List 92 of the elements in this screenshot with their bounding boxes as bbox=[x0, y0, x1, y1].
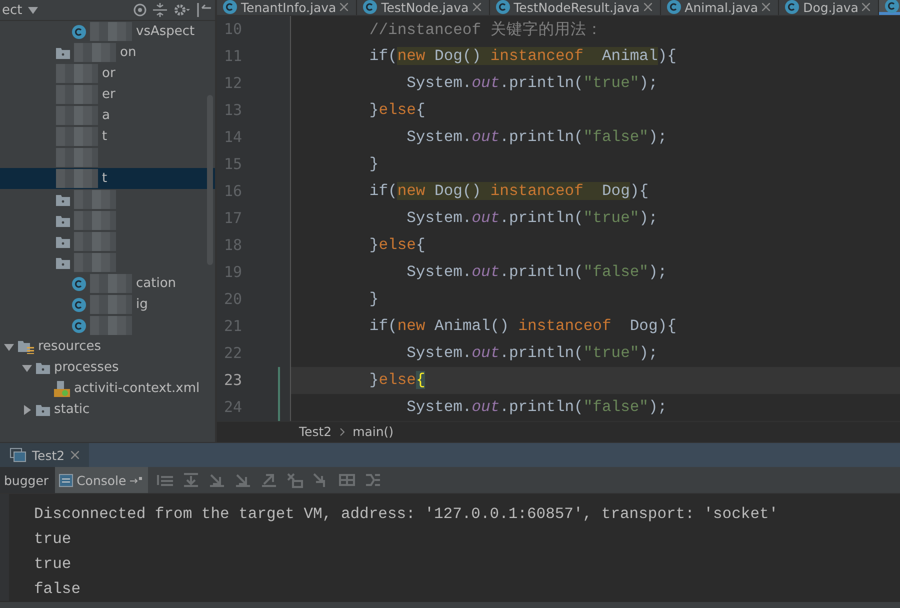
code-line: System.out.println("true"); bbox=[406, 74, 658, 92]
chevron-icon bbox=[340, 428, 345, 436]
line-number: 23 bbox=[224, 371, 242, 390]
panel-title[interactable]: ect bbox=[2, 2, 22, 18]
tree-item[interactable]: resources bbox=[38, 339, 102, 354]
tool-tab[interactable]: Console bbox=[54, 467, 148, 493]
tree-item[interactable]: ig bbox=[136, 297, 148, 312]
tree-item[interactable]: t bbox=[102, 129, 108, 144]
class-icon bbox=[72, 298, 86, 312]
folder-icon bbox=[56, 256, 70, 268]
tree-item[interactable]: or bbox=[102, 66, 116, 81]
class-icon bbox=[72, 318, 86, 332]
folder-icon bbox=[56, 194, 70, 206]
drop-frame-icon[interactable] bbox=[286, 472, 304, 488]
step-into-icon[interactable] bbox=[234, 472, 252, 488]
editor-tab[interactable]: TestNodeResult.java bbox=[490, 0, 661, 15]
breadcrumb[interactable]: Test2 bbox=[299, 424, 332, 440]
code-line: System.out.println("true"); bbox=[406, 344, 658, 362]
code-line: System.out.println("true"); bbox=[406, 209, 658, 228]
target-icon[interactable] bbox=[133, 3, 147, 17]
step-out-icon[interactable] bbox=[260, 472, 278, 488]
code-line: }else{ bbox=[368, 236, 426, 254]
breadcrumb[interactable]: main() bbox=[352, 424, 394, 440]
close-icon[interactable] bbox=[70, 451, 79, 459]
code-line: if(new Dog() instanceof Animal){ bbox=[368, 47, 676, 66]
tree-item[interactable]: a bbox=[102, 108, 110, 123]
run-tab[interactable]: Test2 bbox=[0, 443, 89, 467]
settings-icon[interactable] bbox=[173, 3, 191, 17]
tree-item[interactable]: activiti-context.xml bbox=[74, 381, 200, 396]
editor-tab[interactable]: TenantInfo.java bbox=[217, 0, 358, 15]
list-icon[interactable] bbox=[156, 472, 174, 488]
resources-folder-icon bbox=[18, 340, 34, 354]
hide-panel-icon[interactable] bbox=[197, 3, 211, 17]
folder-icon bbox=[56, 214, 70, 226]
expanded-arrow-icon[interactable] bbox=[4, 342, 14, 352]
code-line: } bbox=[368, 155, 379, 174]
xml-file-icon bbox=[54, 380, 70, 396]
editor-tab[interactable] bbox=[879, 0, 900, 15]
class-icon bbox=[885, 0, 900, 13]
expanded-arrow-icon[interactable] bbox=[22, 362, 32, 372]
code-line: //instanceof 关键字的用法： bbox=[368, 20, 602, 40]
close-icon[interactable] bbox=[644, 3, 652, 12]
tree-item[interactable]: processes bbox=[54, 360, 119, 375]
tree-item[interactable]: on bbox=[120, 45, 136, 60]
code-editor[interactable] bbox=[217, 16, 900, 421]
pin-icon[interactable] bbox=[130, 476, 142, 484]
code-line: }else{ bbox=[368, 371, 426, 390]
close-icon[interactable] bbox=[472, 3, 481, 12]
step-into-icon[interactable] bbox=[208, 472, 226, 488]
close-icon[interactable] bbox=[862, 3, 870, 12]
class-icon bbox=[72, 276, 86, 290]
class-icon bbox=[496, 0, 510, 14]
editor-tab[interactable]: TestNode.java bbox=[357, 0, 490, 15]
class-icon bbox=[666, 0, 681, 14]
code-line: if(new Animal() instanceof Dog){ bbox=[368, 317, 676, 336]
collapsed-arrow-icon[interactable] bbox=[22, 404, 32, 414]
folder-icon bbox=[36, 404, 50, 416]
code-line: if(new Dog() instanceof Dog){ bbox=[368, 182, 648, 200]
editor-tab[interactable]: Animal.java bbox=[660, 0, 780, 15]
tree-item[interactable]: t bbox=[102, 171, 108, 186]
console-line: Disconnected from the target VM, address: '127.0.0.1:60857', transport: 'socket' bbox=[34, 504, 780, 526]
code-line: System.out.println("false"); bbox=[406, 128, 668, 146]
class-icon bbox=[72, 24, 86, 38]
folder-icon bbox=[56, 236, 70, 248]
console-line: true bbox=[34, 529, 72, 550]
class-icon bbox=[223, 0, 237, 14]
console-line: true bbox=[34, 554, 72, 575]
table-icon[interactable] bbox=[338, 472, 356, 488]
class-icon bbox=[363, 0, 378, 14]
code-line: System.out.println("false"); bbox=[406, 398, 668, 416]
tool-tab[interactable]: bugger bbox=[0, 467, 55, 493]
collapse-icon[interactable] bbox=[153, 3, 167, 17]
close-icon[interactable] bbox=[762, 3, 770, 12]
scrollbar[interactable] bbox=[207, 95, 213, 265]
window-icon bbox=[10, 448, 26, 462]
code-line: }else{ bbox=[368, 101, 426, 120]
folder-icon bbox=[56, 46, 70, 58]
step-over-icon[interactable] bbox=[182, 472, 200, 488]
code-line: System.out.println("false"); bbox=[406, 263, 668, 282]
editor-tab[interactable]: Dog.java bbox=[779, 0, 880, 15]
tree-item[interactable]: vsAspect bbox=[136, 24, 195, 39]
dropdown-caret-icon[interactable] bbox=[28, 5, 38, 15]
threads-icon[interactable] bbox=[364, 472, 382, 488]
folder-icon bbox=[36, 362, 50, 374]
close-icon[interactable] bbox=[340, 3, 348, 12]
code-line: } bbox=[368, 290, 379, 308]
console-icon bbox=[58, 474, 73, 486]
tree-item[interactable]: cation bbox=[136, 276, 176, 291]
tree-item[interactable]: er bbox=[102, 87, 116, 102]
console-line: false bbox=[34, 578, 82, 600]
class-icon bbox=[785, 0, 800, 14]
tree-item[interactable]: static bbox=[54, 402, 90, 417]
